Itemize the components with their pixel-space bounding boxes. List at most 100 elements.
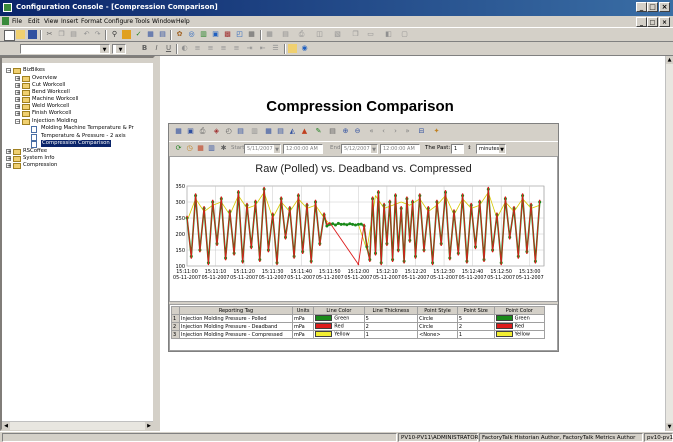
- picture-icon[interactable]: ▣: [211, 30, 220, 39]
- child-close-button[interactable]: ×: [659, 17, 670, 27]
- clock-icon[interactable]: ◷: [185, 144, 194, 153]
- tree-expander-icon[interactable]: −: [6, 68, 11, 74]
- font-name-combo[interactable]: ▼: [20, 44, 110, 54]
- start-date-field[interactable]: 5/11/2007 ▼: [244, 144, 281, 154]
- tree-item[interactable]: System Info: [23, 155, 54, 162]
- scroll-first-icon[interactable]: «: [367, 127, 376, 136]
- grid-icon[interactable]: ▦: [247, 30, 256, 39]
- chevron-down-icon[interactable]: ▼: [274, 145, 280, 153]
- format-icon[interactable]: ▧: [333, 30, 342, 39]
- scroll-up-icon[interactable]: ▲: [666, 56, 673, 64]
- internet-icon[interactable]: ◉: [300, 44, 309, 53]
- tree-item[interactable]: Finish Workcell: [32, 110, 71, 117]
- report-icon[interactable]: ▤: [281, 30, 290, 39]
- menu-edit[interactable]: Edit: [28, 18, 40, 25]
- chevron-down-icon[interactable]: ▼: [116, 45, 125, 53]
- font-size-combo[interactable]: ▼: [112, 44, 126, 54]
- start-time-field[interactable]: 12:00:00 AM: [283, 144, 323, 154]
- highlight-icon[interactable]: [288, 44, 297, 53]
- copy-icon[interactable]: ❐: [57, 30, 66, 39]
- legend-column-header[interactable]: Units: [291, 306, 315, 315]
- trend-copy-icon[interactable]: ▤: [328, 127, 337, 136]
- menu-window[interactable]: Window: [152, 18, 176, 25]
- legend-column-header[interactable]: Point Size: [456, 306, 495, 315]
- table-icon[interactable]: ▤: [158, 30, 167, 39]
- tree-expander-icon[interactable]: +: [6, 163, 11, 169]
- minimize-button[interactable]: _: [636, 2, 647, 12]
- chart-icon[interactable]: ▦: [146, 30, 155, 39]
- legend-column-header[interactable]: Line Color: [313, 306, 365, 315]
- tree-item[interactable]: Weld Workcell: [32, 103, 69, 110]
- print-icon[interactable]: ⎙: [297, 30, 306, 39]
- redo-icon[interactable]: ↷: [93, 30, 102, 39]
- menu-help[interactable]: Help: [176, 18, 190, 25]
- legend-column-header[interactable]: Point Color: [493, 306, 546, 315]
- tree-expander-icon[interactable]: +: [15, 111, 20, 117]
- cut-icon[interactable]: ✂: [45, 30, 54, 39]
- legend-row[interactable]: 1 Injection Molding Pressure - Polled mPa G…: [171, 314, 546, 323]
- legend-row[interactable]: 3 Injection Molding Pressure - Compressed…: [171, 330, 546, 339]
- format-painter-icon[interactable]: ◐: [180, 44, 189, 53]
- scroll-right-icon[interactable]: ▶: [145, 422, 153, 430]
- refresh-icon[interactable]: ⟳: [174, 144, 183, 153]
- tree-expander-icon[interactable]: +: [6, 149, 11, 155]
- bold-button[interactable]: B: [140, 44, 149, 53]
- tree-item[interactable]: Compression Comparison: [41, 140, 111, 147]
- chevron-down-icon[interactable]: ▼: [499, 145, 505, 153]
- table-grid-icon[interactable]: ▦: [265, 30, 274, 39]
- menu-configure[interactable]: Configure: [104, 18, 133, 25]
- menu-insert[interactable]: Insert: [61, 18, 78, 25]
- close-button[interactable]: ×: [659, 2, 670, 12]
- restore-button[interactable]: □: [647, 2, 658, 12]
- menu-file[interactable]: File: [12, 18, 22, 25]
- menu-view[interactable]: View: [44, 18, 58, 25]
- underline-button[interactable]: U: [164, 44, 173, 53]
- trend-print-icon[interactable]: ⎙: [198, 127, 207, 136]
- tree-expander-icon[interactable]: +: [15, 83, 20, 89]
- tree-item[interactable]: Injection Molding: [32, 118, 77, 125]
- trend-line-icon[interactable]: ▦: [264, 127, 273, 136]
- trend-properties-icon[interactable]: ◈: [212, 127, 221, 136]
- past-value-field[interactable]: 1: [451, 144, 464, 154]
- graph-icon[interactable]: ◰: [235, 30, 244, 39]
- legend-row[interactable]: 2 Injection Molding Pressure - Deadband mP…: [171, 322, 546, 331]
- bullets-icon[interactable]: ☰: [271, 44, 280, 53]
- save-icon[interactable]: [28, 30, 37, 39]
- child-minimize-button[interactable]: _: [636, 17, 647, 27]
- settings-icon[interactable]: ✿: [175, 30, 184, 39]
- past-unit-select[interactable]: minutes ▼: [476, 144, 506, 154]
- menu-tools[interactable]: Tools: [135, 18, 150, 25]
- main-vertical-scrollbar[interactable]: ▲ ▼: [665, 56, 673, 431]
- find-icon[interactable]: ⚲: [110, 30, 119, 39]
- scroll-left-icon[interactable]: ◀: [2, 422, 10, 430]
- trend-bars-icon[interactable]: ▥: [250, 127, 259, 136]
- end-date-field[interactable]: 5/12/2007 ▼: [341, 144, 378, 154]
- trend-chart-icon[interactable]: ◴: [224, 127, 233, 136]
- tree-item[interactable]: BizBikes: [23, 67, 45, 74]
- align-right-icon[interactable]: ≡: [219, 44, 228, 53]
- calendar-icon[interactable]: ▦: [196, 144, 205, 153]
- chevron-down-icon[interactable]: ▼: [100, 45, 109, 53]
- tree-expander-icon[interactable]: +: [15, 90, 20, 96]
- new-icon[interactable]: [4, 30, 15, 41]
- trend-marker-icon[interactable]: ▲: [300, 127, 309, 136]
- menu-format[interactable]: Format: [81, 18, 102, 25]
- tree-item[interactable]: RSCoffee: [23, 148, 47, 155]
- tree-item[interactable]: Machine Workcell: [32, 96, 78, 103]
- legend-column-header[interactable]: Point Style: [417, 306, 458, 315]
- spin-icon[interactable]: ⇕: [465, 144, 474, 153]
- outdent-icon[interactable]: ⇤: [258, 44, 267, 53]
- chevron-down-icon[interactable]: ▼: [371, 145, 377, 153]
- trend-area-icon[interactable]: ◭: [288, 127, 297, 136]
- check-icon[interactable]: ✓: [134, 30, 143, 39]
- tree-horizontal-scrollbar[interactable]: ◀ ▶: [2, 421, 153, 430]
- time-range-icon[interactable]: ▥: [207, 144, 216, 153]
- tree-expander-icon[interactable]: +: [6, 156, 11, 162]
- trend-save-icon[interactable]: ▣: [186, 127, 195, 136]
- window-icon[interactable]: ▢: [400, 30, 409, 39]
- italic-button[interactable]: I: [152, 44, 161, 53]
- tile-icon[interactable]: ▭: [366, 30, 375, 39]
- legend-column-header[interactable]: [171, 306, 180, 315]
- tree-expander-icon[interactable]: +: [15, 104, 20, 110]
- open-icon[interactable]: [16, 30, 25, 39]
